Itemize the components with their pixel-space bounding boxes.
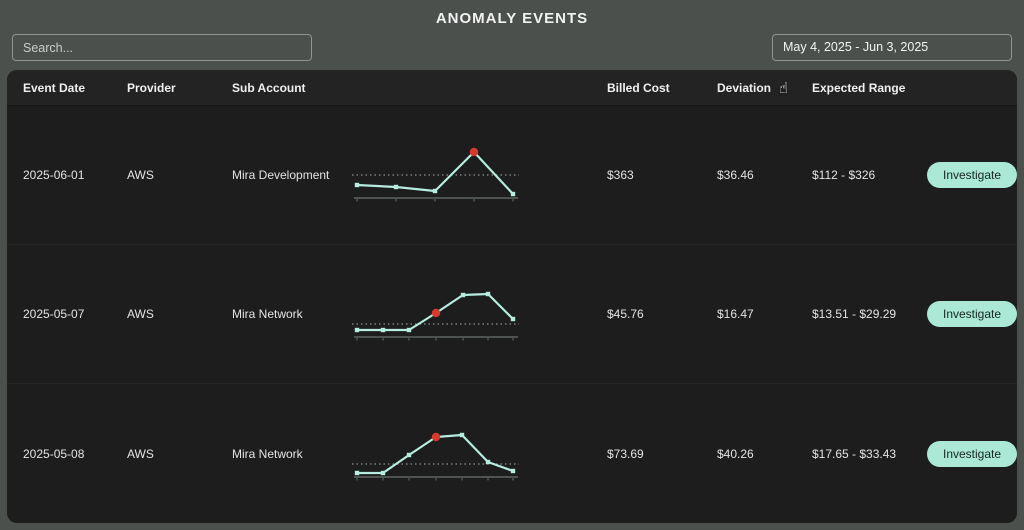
column-header-deviation-label: Deviation xyxy=(717,80,772,95)
cell-provider: AWS xyxy=(127,446,154,461)
cell-expected-range: $13.51 - $29.29 xyxy=(812,307,897,321)
column-header-billed-cost[interactable]: Billed Cost xyxy=(607,81,717,95)
cell-expected-range: $17.65 - $33.43 xyxy=(812,446,897,461)
table-body: 2025-06-01 AWS Mira Development $363 $36… xyxy=(7,106,1017,523)
column-header-event-date[interactable]: Event Date xyxy=(23,81,127,95)
column-header-sub-account[interactable]: Sub Account xyxy=(232,81,352,95)
sparkline-chart xyxy=(352,285,520,343)
search-input[interactable] xyxy=(12,34,312,61)
cell-sub-account: Mira Network xyxy=(232,307,303,321)
column-header-provider[interactable]: Provider xyxy=(127,81,232,95)
cell-deviation: $16.47 xyxy=(717,307,754,321)
page-title: ANOMALY EVENTS xyxy=(435,10,589,27)
sparkline-chart xyxy=(352,425,520,483)
cell-event-date: 2025-06-01 xyxy=(23,168,85,182)
cell-deviation: $40.26 xyxy=(717,446,754,461)
table-header-row: Event Date Provider Sub Account Billed C… xyxy=(7,70,1017,106)
table-row: 2025-06-01 AWS Mira Development $363 $36… xyxy=(7,106,1017,245)
cell-deviation: $36.46 xyxy=(717,168,754,182)
mouse-cursor-hand-icon: ☝ xyxy=(779,78,789,97)
investigate-button[interactable]: Investigate xyxy=(927,440,1017,467)
column-header-deviation[interactable]: Deviation ☝ xyxy=(717,78,812,97)
cell-billed-cost: $73.69 xyxy=(607,446,644,461)
cell-sub-account: Mira Network xyxy=(232,446,303,461)
column-header-expected-range[interactable]: Expected Range xyxy=(812,81,927,95)
topbar: ANOMALY EVENTS May 4, 2025 - Jun 3, 2025 xyxy=(0,0,1024,61)
cell-sub-account: Mira Development xyxy=(232,168,330,182)
cell-billed-cost: $363 xyxy=(607,168,634,182)
cell-event-date: 2025-05-07 xyxy=(23,307,85,321)
table-row: 2025-05-07 AWS Mira Network $45.76 $16.4… xyxy=(7,245,1017,384)
cell-provider: AWS xyxy=(127,307,154,321)
cell-event-date: 2025-05-08 xyxy=(23,446,85,461)
anomaly-events-panel: Event Date Provider Sub Account Billed C… xyxy=(7,70,1017,523)
investigate-button[interactable]: Investigate xyxy=(927,162,1017,188)
cell-provider: AWS xyxy=(127,168,154,182)
date-range-picker[interactable]: May 4, 2025 - Jun 3, 2025 xyxy=(772,34,1012,61)
sparkline-chart xyxy=(352,146,520,204)
investigate-button[interactable]: Investigate xyxy=(927,301,1017,327)
cell-expected-range: $112 - $326 xyxy=(812,168,876,182)
toolbar-controls: May 4, 2025 - Jun 3, 2025 xyxy=(12,34,1012,61)
cell-billed-cost: $45.76 xyxy=(607,307,644,321)
table-row: 2025-05-08 AWS Mira Network $73.69 $40.2… xyxy=(7,384,1017,523)
